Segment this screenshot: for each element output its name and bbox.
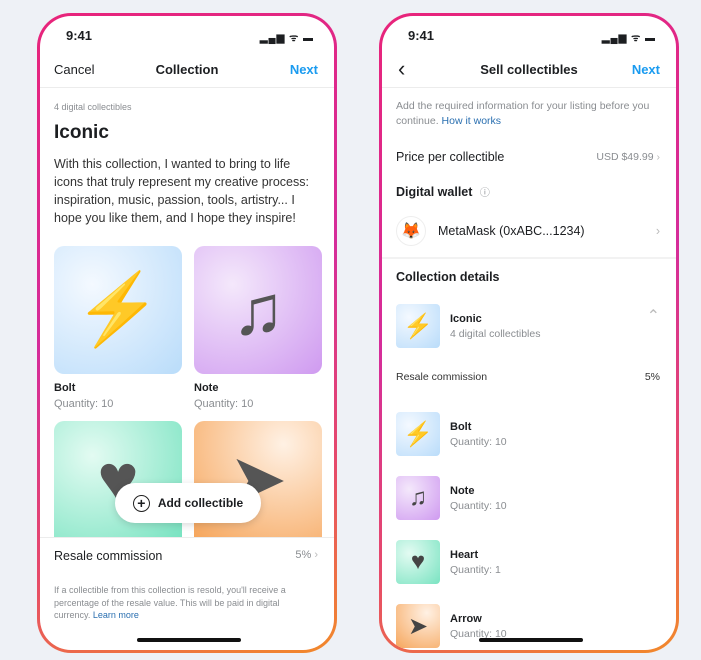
item-quantity: Quantity: 1 (450, 563, 501, 576)
collectible-quantity: Quantity: 10 (194, 398, 254, 410)
footnote-text: If a collectible from this collection is… (54, 585, 286, 620)
next-button[interactable]: Next (632, 62, 660, 77)
item-name: Heart (450, 548, 479, 561)
collectible-count: 4 digital collectibles (54, 102, 132, 112)
collection-details-heading: Collection details (396, 270, 500, 284)
metamask-fox-icon: 🦊 (396, 216, 426, 246)
collectible-name: Bolt (54, 382, 76, 394)
list-item[interactable]: ♫ Note Quantity: 10 (396, 466, 507, 530)
heart-icon: ♥ (396, 540, 440, 584)
divider (382, 257, 676, 259)
wallet-heading-text: Digital wallet (396, 185, 473, 199)
status-time: 9:41 (66, 28, 93, 43)
collectible-name: Note (194, 382, 219, 394)
item-name: Bolt (450, 420, 472, 433)
intro-text: Add the required information for your li… (396, 99, 671, 129)
collectible-list: ⚡ Bolt Quantity: 10 ♫ Note Quantity: 10 ♥ … (396, 402, 507, 650)
status-time: 9:41 (408, 28, 435, 43)
digital-wallet-heading: Digital wallet ⓘ (396, 184, 490, 199)
how-it-works-link[interactable]: How it works (442, 115, 502, 127)
divider (40, 537, 334, 538)
phone-sell-collectibles: 9:41 ▂▄▆ ᯤ ▬ ‹ Sell collectibles Next Ad… (379, 13, 679, 653)
price-label: Price per collectible (396, 150, 505, 164)
music-note-icon: ♫ (396, 476, 440, 520)
collection-row[interactable]: ⚡ Iconic 4 digital collectibles ⌃ (396, 304, 660, 348)
chevron-right-icon: › (655, 224, 660, 238)
resale-value: 5% (644, 371, 660, 383)
collectible-card[interactable]: ♫ Note Quantity: 10 (194, 246, 322, 410)
resale-commission-row: Resale commission 5% (396, 371, 660, 383)
list-item[interactable]: ♥ Heart Quantity: 1 (396, 530, 507, 594)
collection-name: Iconic (54, 122, 109, 143)
resale-label: Resale commission (396, 371, 488, 383)
collectible-card[interactable]: ⚡ Bolt Quantity: 10 (54, 246, 182, 410)
collectible-quantity: Quantity: 10 (54, 398, 114, 410)
arrow-icon: ➤ (396, 604, 440, 648)
bolt-icon: ⚡ (54, 246, 182, 374)
divider (382, 87, 676, 88)
item-quantity: Quantity: 10 (450, 499, 507, 512)
resale-footnote: If a collectible from this collection is… (54, 584, 299, 622)
item-quantity: Quantity: 10 (450, 435, 507, 448)
price-row[interactable]: Price per collectible USD $49.99 › (396, 150, 660, 164)
chevron-right-icon: › (314, 549, 318, 561)
chevron-up-icon[interactable]: ⌃ (647, 306, 660, 326)
collection-description: With this collection, I wanted to bring … (54, 157, 309, 225)
resale-commission-row[interactable]: Resale commission 5% › (54, 549, 318, 563)
chevron-right-icon: › (656, 151, 661, 163)
status-icons: ▂▄▆ ᯤ ▬ (259, 33, 314, 44)
learn-more-link[interactable]: Learn more (93, 610, 139, 620)
resale-label: Resale commission (54, 549, 163, 563)
status-icons: ▂▄▆ ᯤ ▬ (601, 33, 656, 44)
bolt-icon: ⚡ (396, 304, 440, 348)
wallet-row[interactable]: 🦊 MetaMask (0xABC...1234) › (396, 216, 660, 246)
add-collectible-button[interactable]: + Add collectible (115, 483, 261, 523)
resale-value: 5% (295, 549, 312, 561)
intro: Add the required information for your li… (396, 100, 650, 127)
list-item[interactable]: ⚡ Bolt Quantity: 10 (396, 402, 507, 466)
plus-icon: + (132, 494, 150, 512)
wallet-name: MetaMask (0xABC...1234) (438, 224, 585, 238)
info-icon[interactable]: ⓘ (480, 188, 490, 199)
add-collectible-label: Add collectible (157, 496, 244, 510)
item-name: Arrow (450, 612, 482, 625)
music-note-icon: ♫ (194, 246, 322, 374)
collection-count: 4 digital collectibles (450, 327, 541, 340)
home-indicator (479, 638, 583, 642)
divider (40, 87, 334, 88)
bolt-icon: ⚡ (396, 412, 440, 456)
collection-name: Iconic (450, 312, 482, 325)
next-button[interactable]: Next (290, 62, 318, 77)
price-value: USD $49.99 (596, 151, 654, 163)
phone-collection: 9:41 ▂▄▆ ᯤ ▬ Cancel Collection Next 4 di… (37, 13, 337, 653)
home-indicator (137, 638, 241, 642)
item-name: Note (450, 484, 475, 497)
